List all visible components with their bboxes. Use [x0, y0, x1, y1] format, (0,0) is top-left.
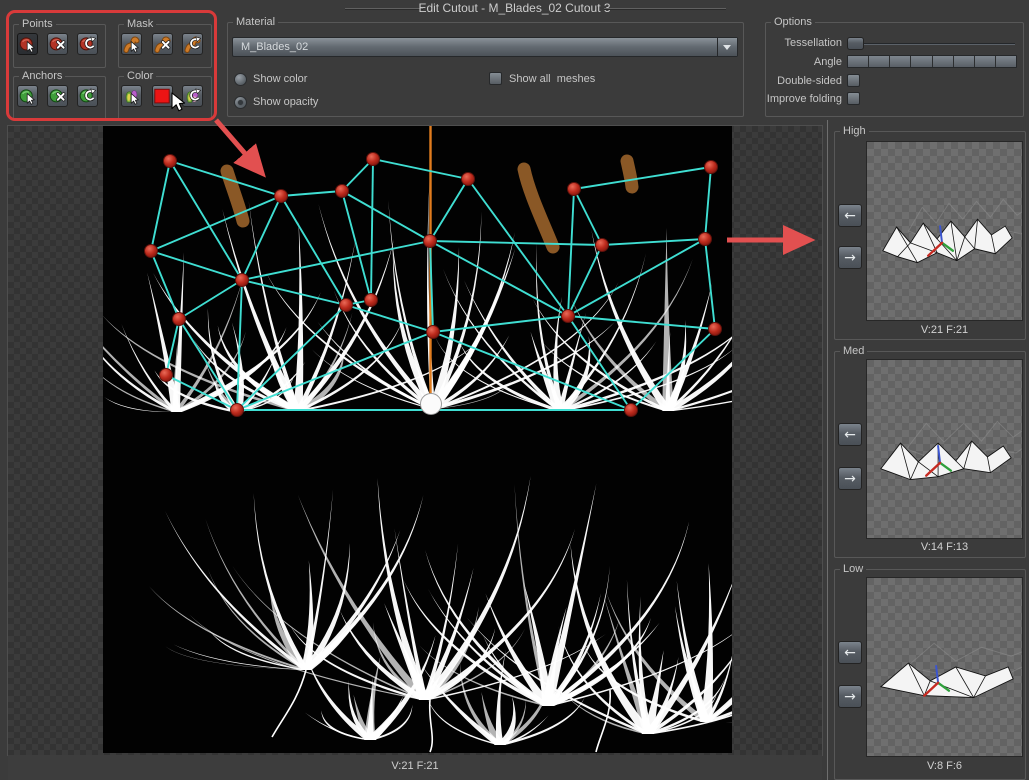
points-remove-button[interactable] — [47, 33, 68, 55]
show-all-meshes-checkbox[interactable] — [489, 72, 502, 85]
lod-low-mesh-thumbnail — [867, 578, 1022, 756]
lod-med-label: Med — [840, 345, 867, 358]
material-dropdown-value: M_Blades_02 — [241, 41, 308, 53]
anchors-reset-button[interactable] — [77, 85, 98, 107]
lod-high-stats: V:21 F:21 — [866, 324, 1023, 336]
mesh-vertex[interactable] — [699, 233, 712, 246]
tessellation-slider-track[interactable] — [847, 43, 1015, 44]
angle-segment — [954, 56, 975, 67]
canvas-vertex-face-count: V:21 F:21 — [8, 760, 822, 772]
lod-low-group: Low ← → V:8 F:6 — [834, 569, 1026, 780]
lod-high-next-button[interactable]: → — [838, 246, 862, 269]
lod-med-prev-button[interactable]: ← — [838, 423, 862, 446]
mesh-vertex[interactable] — [427, 326, 440, 339]
mesh-vertex[interactable] — [231, 404, 244, 417]
cutout-image-and-mesh[interactable] — [8, 126, 822, 755]
lod-high-mesh-thumbnail — [867, 142, 1022, 320]
show-opacity-label: Show opacity — [253, 96, 318, 108]
points-select-button[interactable] — [17, 33, 38, 55]
mask-group-label: Mask — [124, 18, 156, 31]
lod-med-next-button[interactable]: → — [838, 467, 862, 490]
mesh-vertex[interactable] — [336, 185, 349, 198]
angle-segment — [911, 56, 932, 67]
show-color-label: Show color — [253, 73, 307, 85]
show-color-radio[interactable] — [234, 73, 247, 86]
mesh-vertex[interactable] — [367, 153, 380, 166]
mesh-vertex[interactable] — [424, 235, 437, 248]
mask-group: Mask — [118, 24, 212, 68]
double-sided-checkbox[interactable] — [847, 74, 860, 87]
angle-segment — [869, 56, 890, 67]
angle-segment — [848, 56, 869, 67]
dropdown-arrow-icon[interactable] — [717, 38, 737, 56]
color-reset-button[interactable] — [182, 85, 203, 107]
options-group: Options Tessellation Angle Double-sided … — [765, 22, 1024, 117]
mesh-vertex[interactable] — [365, 294, 378, 307]
mesh-vertex[interactable] — [705, 161, 718, 174]
mesh-vertex[interactable] — [164, 155, 177, 168]
mask-reset-button[interactable] — [182, 33, 203, 55]
mesh-vertex[interactable] — [562, 310, 575, 323]
options-group-label: Options — [771, 16, 815, 29]
mesh-vertex[interactable] — [160, 369, 173, 382]
dialog-title: Edit Cutout - M_Blades_02 Cutout 3 — [0, 1, 1029, 15]
anchors-remove-button[interactable] — [47, 85, 68, 107]
angle-label: Angle — [766, 56, 842, 68]
lod-med-stats: V:14 F:13 — [866, 541, 1023, 553]
lod-low-prev-button[interactable]: ← — [838, 641, 862, 664]
mesh-vertex[interactable] — [236, 274, 249, 287]
points-group: Points — [13, 24, 106, 68]
points-reset-button[interactable] — [77, 33, 98, 55]
mesh-vertex[interactable] — [596, 239, 609, 252]
angle-segment — [975, 56, 996, 67]
lod-med-group: Med ← → V:14 F:13 — [834, 351, 1026, 558]
anchors-add-button[interactable] — [17, 85, 38, 107]
color-paint-button[interactable] — [121, 85, 142, 107]
angle-segment — [890, 56, 911, 67]
material-group: Material M_Blades_02 Show color Show opa… — [227, 22, 744, 117]
lod-low-preview[interactable] — [866, 577, 1023, 757]
lod-high-group: High ← → V:21 F:21 — [834, 131, 1026, 340]
color-group: Color — [118, 76, 212, 120]
mesh-vertex[interactable] — [173, 313, 186, 326]
material-group-label: Material — [233, 16, 278, 29]
lod-low-stats: V:8 F:6 — [866, 760, 1023, 772]
angle-slider[interactable] — [847, 55, 1017, 68]
improve-folding-label: Improve folding — [766, 93, 842, 105]
lod-high-label: High — [840, 125, 869, 138]
lod-low-next-button[interactable]: → — [838, 685, 862, 708]
color-group-label: Color — [124, 70, 156, 83]
mesh-vertex[interactable] — [340, 299, 353, 312]
show-all-meshes-label: Show all meshes — [509, 73, 595, 85]
mesh-vertex[interactable] — [625, 404, 638, 417]
improve-folding-checkbox[interactable] — [847, 92, 860, 105]
angle-segment — [996, 56, 1016, 67]
double-sided-label: Double-sided — [766, 75, 842, 87]
color-swatch-button[interactable] — [152, 85, 173, 107]
lod-med-preview[interactable] — [866, 359, 1023, 539]
tessellation-label: Tessellation — [766, 37, 842, 49]
material-dropdown[interactable]: M_Blades_02 — [232, 37, 738, 57]
anchor-handle[interactable] — [421, 394, 442, 415]
mask-draw-button[interactable] — [121, 33, 142, 55]
lod-med-mesh-thumbnail — [867, 360, 1022, 538]
mesh-vertex[interactable] — [462, 173, 475, 186]
panel-separator — [827, 120, 828, 780]
mesh-vertex[interactable] — [709, 323, 722, 336]
show-opacity-radio[interactable] — [234, 96, 247, 109]
lod-high-preview[interactable] — [866, 141, 1023, 321]
cutout-edit-canvas[interactable] — [8, 126, 822, 755]
title-divider-right — [604, 8, 726, 9]
mesh-vertex[interactable] — [568, 183, 581, 196]
angle-segment — [933, 56, 954, 67]
points-group-label: Points — [19, 18, 56, 31]
mesh-vertex[interactable] — [275, 190, 288, 203]
anchors-group-label: Anchors — [19, 70, 65, 83]
lod-high-prev-button[interactable]: ← — [838, 204, 862, 227]
lod-low-label: Low — [840, 563, 866, 576]
anchors-group: Anchors — [13, 76, 106, 120]
mask-erase-button[interactable] — [152, 33, 173, 55]
mesh-vertex[interactable] — [145, 245, 158, 258]
tessellation-slider-handle[interactable] — [847, 37, 864, 50]
